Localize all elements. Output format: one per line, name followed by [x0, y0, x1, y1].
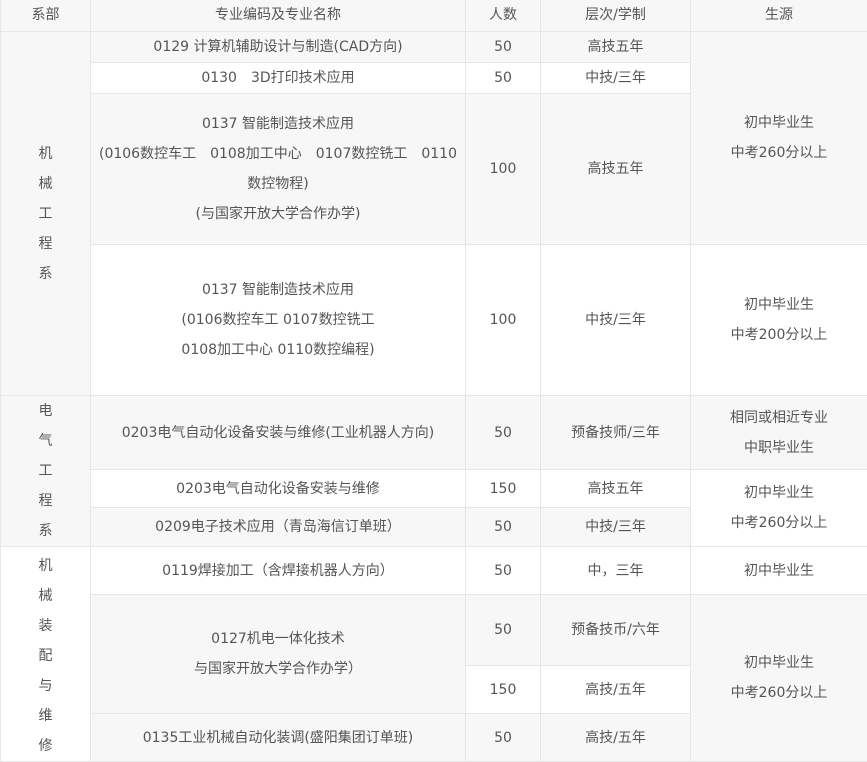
level-cell: 中技/三年 [541, 245, 691, 396]
table-row: 机 械 工 程 系 0129 计算机辅助设计与制造(CAD方向) 50 高技五年… [1, 32, 867, 63]
major-cell: 0129 计算机辅助设计与制造(CAD方向) [91, 32, 466, 63]
header-count: 人数 [466, 0, 541, 32]
count-cell: 50 [466, 547, 541, 595]
level-cell: 预备技师/三年 [541, 396, 691, 470]
table-row: 0137 智能制造技术应用 (0106数控车工 0107数控铣工 0108加工中… [1, 245, 867, 396]
enrollment-table: 系部 专业编码及专业名称 人数 层次/学制 生源 机 械 工 程 系 0129 … [0, 0, 867, 762]
source-cell: 初中毕业生 [691, 547, 867, 595]
major-cell: 0137 智能制造技术应用 (0106数控车工 0107数控铣工 0108加工中… [91, 245, 466, 396]
major-cell: 0209电子技术应用（青岛海信订单班） [91, 508, 466, 547]
source-cell: 初中毕业生 中考260分以上 [691, 32, 867, 245]
major-cell: 0137 智能制造技术应用 (0106数控车工 0108加工中心 0107数控铣… [91, 94, 466, 245]
dept-mechanical-assembly: 机 械 装 配 与 维 修 [1, 547, 91, 762]
header-major: 专业编码及专业名称 [91, 0, 466, 32]
level-cell: 高技五年 [541, 470, 691, 508]
count-cell: 50 [466, 595, 541, 666]
count-cell: 150 [466, 470, 541, 508]
major-cell: 0203电气自动化设备安装与维修 [91, 470, 466, 508]
count-cell: 50 [466, 63, 541, 94]
level-cell: 中技/三年 [541, 508, 691, 547]
table-row: 0127机电一体化技术 与国家开放大学合作办学） 50 预备技币/六年 初中毕业… [1, 595, 867, 666]
count-cell: 150 [466, 666, 541, 714]
major-cell: 0203电气自动化设备安装与维修(工业机器人方向) [91, 396, 466, 470]
level-cell: 高技五年 [541, 94, 691, 245]
count-cell: 50 [466, 396, 541, 470]
source-cell: 相同或相近专业 中职毕业生 [691, 396, 867, 470]
source-cell: 初中毕业生 中考260分以上 [691, 595, 867, 762]
count-cell: 50 [466, 508, 541, 547]
header-dept: 系部 [1, 0, 91, 32]
table-row: 电 气 工 程 系 0203电气自动化设备安装与维修(工业机器人方向) 50 预… [1, 396, 867, 470]
major-cell: 0135工业机械自动化装调(盛阳集团订单班) [91, 714, 466, 762]
count-cell: 50 [466, 714, 541, 762]
dept-electrical-engineering: 电 气 工 程 系 [1, 396, 91, 547]
header-level: 层次/学制 [541, 0, 691, 32]
level-cell: 中技/三年 [541, 63, 691, 94]
level-cell: 高技五年 [541, 32, 691, 63]
major-cell: 0130 3D打印技术应用 [91, 63, 466, 94]
dept-mechanical-engineering: 机 械 工 程 系 [1, 32, 91, 396]
source-cell: 初中毕业生 中考260分以上 [691, 470, 867, 547]
level-cell: 预备技币/六年 [541, 595, 691, 666]
header-row: 系部 专业编码及专业名称 人数 层次/学制 生源 [1, 0, 867, 32]
level-cell: 中，三年 [541, 547, 691, 595]
major-cell: 0119焊接加工（含焊接机器人方向） [91, 547, 466, 595]
level-cell: 高技/五年 [541, 714, 691, 762]
count-cell: 100 [466, 245, 541, 396]
level-cell: 高技/五年 [541, 666, 691, 714]
header-source: 生源 [691, 0, 867, 32]
major-cell: 0127机电一体化技术 与国家开放大学合作办学） [91, 595, 466, 714]
source-cell: 初中毕业生 中考200分以上 [691, 245, 867, 396]
count-cell: 50 [466, 32, 541, 63]
table-row: 机 械 装 配 与 维 修 0119焊接加工（含焊接机器人方向） 50 中，三年… [1, 547, 867, 595]
count-cell: 100 [466, 94, 541, 245]
table-row: 0203电气自动化设备安装与维修 150 高技五年 初中毕业生 中考260分以上 [1, 470, 867, 508]
